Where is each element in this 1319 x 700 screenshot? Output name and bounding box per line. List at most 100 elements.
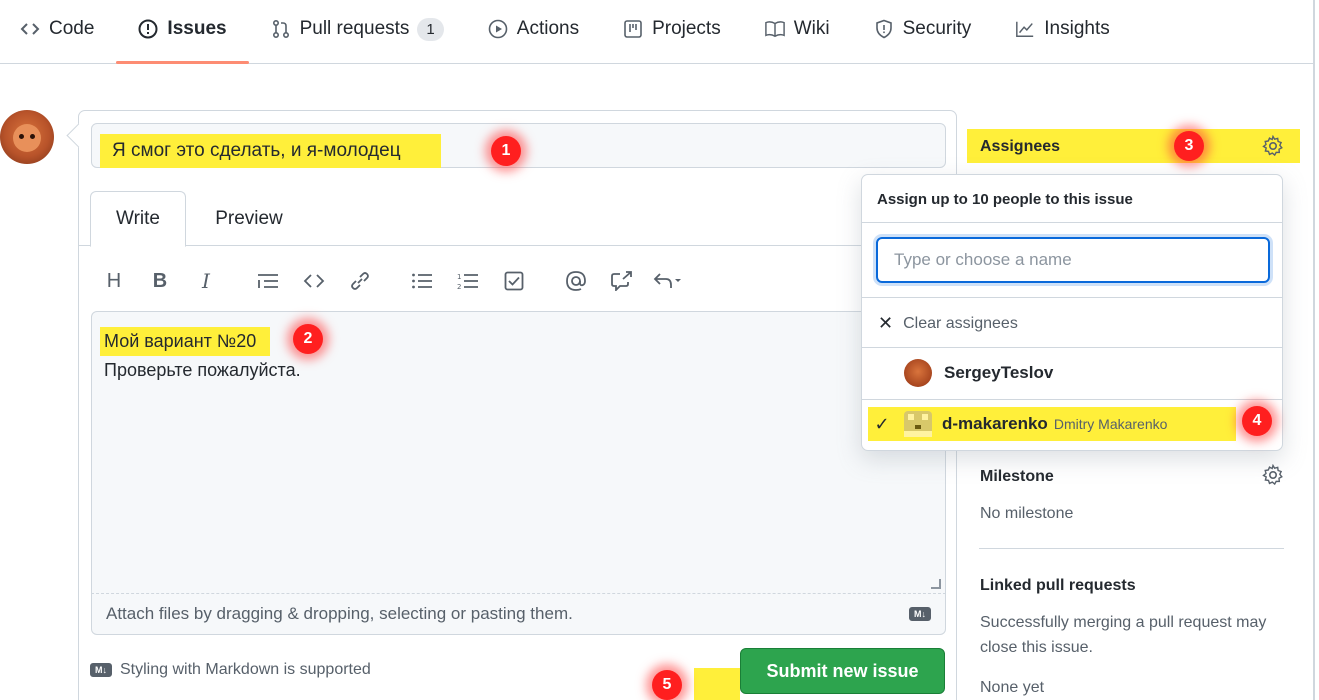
nav-tab-label: Pull requests (299, 18, 410, 39)
issue-body-textarea[interactable]: Мой вариант №20 Проверьте пожалуйста. (91, 311, 946, 593)
sidebar-divider (979, 548, 1284, 549)
list-ordered-icon: 12 (457, 273, 478, 290)
code-icon (20, 19, 40, 39)
clear-assignees-label: Clear assignees (903, 314, 1018, 332)
link-icon (351, 272, 369, 290)
nav-tab-insights[interactable]: Insights (1015, 0, 1131, 58)
nav-tab-label: Security (902, 18, 972, 39)
gear-icon[interactable] (1262, 134, 1284, 157)
annotation-badge-2: 2 (293, 324, 323, 354)
play-icon (488, 19, 508, 39)
linked-prs-description: Successfully merging a pull request may … (980, 614, 1267, 656)
ordered-list-button[interactable]: 12 (445, 263, 491, 299)
markdown-toolbar: H B I 12 (91, 261, 691, 301)
assignee-search-input[interactable]: Type or choose a name (876, 237, 1270, 283)
clear-assignees-item[interactable]: ✕ Clear assignees (878, 313, 1018, 334)
nav-tab-issues[interactable]: Issues (116, 0, 249, 64)
nav-tab-label: Insights (1044, 18, 1110, 39)
heading-button[interactable]: H (91, 263, 137, 299)
assignee-username: d-makarenko (942, 414, 1048, 433)
avatar[interactable] (0, 110, 54, 164)
avatar-eye (30, 134, 35, 139)
file-attach-dropzone[interactable]: Attach files by dragging & dropping, sel… (91, 593, 946, 635)
shield-icon (874, 19, 894, 39)
annotation-badge-5: 5 (652, 670, 682, 700)
nav-tab-security[interactable]: Security (874, 0, 994, 58)
quote-icon (258, 274, 278, 288)
close-icon: ✕ (878, 313, 894, 333)
avatar-eye (19, 134, 24, 139)
milestone-value: No milestone (980, 505, 1074, 522)
assignee-username: SergeyTeslov (944, 363, 1054, 382)
nav-tab-label: Issues (167, 18, 227, 39)
annotation-badge-1: 1 (491, 136, 521, 166)
avatar (904, 411, 932, 437)
nav-tab-label: Wiki (793, 18, 830, 39)
body-line: Проверьте пожалуйста. (104, 360, 301, 380)
link-button[interactable] (337, 263, 383, 299)
check-icon: ✓ (874, 413, 890, 434)
bold-button[interactable]: B (137, 263, 183, 299)
markdown-icon: M↓ (909, 607, 931, 621)
assignees-dropdown: Assign up to 10 people to this issue Typ… (861, 174, 1283, 451)
new-issue-form: Я смог это сделать, и я-молодец Write Pr… (78, 110, 957, 700)
submit-new-issue-button[interactable]: Submit new issue (740, 648, 945, 694)
checkbox-icon (504, 271, 524, 291)
attach-instructions: Attach files by dragging & dropping, sel… (106, 604, 573, 623)
code-button[interactable] (291, 263, 337, 299)
dropdown-divider (862, 347, 1282, 348)
dropdown-header: Assign up to 10 people to this issue (862, 175, 1282, 223)
body-line: Мой вариант №20 (100, 327, 271, 356)
page-edge-divider (1313, 0, 1315, 700)
avatar (904, 359, 932, 387)
graph-icon (1015, 19, 1035, 39)
dropdown-divider (862, 297, 1282, 298)
linked-prs-value: None yet (980, 679, 1045, 696)
mention-button[interactable] (553, 263, 599, 299)
list-unordered-icon (412, 273, 432, 289)
repo-nav: Code Issues Pull requests 1 Actions Proj… (0, 0, 1313, 64)
tab-write[interactable]: Write (90, 191, 186, 247)
nav-tab-wiki[interactable]: Wiki (764, 0, 852, 58)
issue-title-value: Я смог это сделать, и я-молодец (100, 134, 441, 168)
markdown-support-link[interactable]: M↓ Styling with Markdown is supported (90, 661, 371, 679)
book-icon (764, 19, 785, 39)
cross-reference-icon (611, 271, 632, 291)
pull-requests-count: 1 (417, 17, 444, 41)
assignee-option[interactable]: SergeyTeslov (904, 359, 1053, 387)
dropdown-divider (862, 399, 1282, 400)
highlight-marker (694, 668, 740, 700)
issue-opened-icon (138, 19, 158, 39)
unordered-list-button[interactable] (399, 263, 445, 299)
avatar-face (13, 124, 41, 152)
linked-prs-heading: Linked pull requests (980, 577, 1136, 594)
quote-button[interactable] (245, 263, 291, 299)
annotation-badge-3: 3 (1174, 131, 1204, 161)
undo-dropdown-button[interactable] (645, 263, 691, 299)
task-list-button[interactable] (491, 263, 537, 299)
gear-icon[interactable] (1262, 463, 1284, 486)
assignee-option-selected[interactable]: ✓ d-makarenko Dmitry Makarenko (868, 407, 1236, 441)
resize-handle[interactable] (931, 579, 941, 589)
assignees-heading[interactable]: Assignees (980, 138, 1060, 156)
svg-text:2: 2 (457, 283, 461, 290)
markdown-icon: M↓ (90, 663, 112, 677)
reference-button[interactable] (599, 263, 645, 299)
project-icon (623, 19, 643, 39)
nav-tab-label: Code (49, 18, 95, 39)
code-icon (303, 274, 325, 288)
reply-icon (653, 273, 681, 288)
nav-tab-pull-requests[interactable]: Pull requests 1 (271, 0, 466, 58)
nav-tab-projects[interactable]: Projects (623, 0, 743, 58)
milestone-heading[interactable]: Milestone (980, 468, 1054, 486)
italic-button[interactable]: I (183, 263, 229, 299)
nav-tab-label: Actions (516, 18, 580, 39)
nav-tab-code[interactable]: Code (20, 0, 116, 58)
annotation-badge-4: 4 (1242, 406, 1272, 436)
markdown-support-text: Styling with Markdown is supported (120, 661, 371, 678)
svg-text:1: 1 (457, 273, 461, 281)
nav-tab-actions[interactable]: Actions (488, 0, 601, 58)
nav-tab-label: Projects (652, 18, 721, 39)
tab-preview[interactable]: Preview (199, 191, 299, 247)
assignee-fullname: Dmitry Makarenko (1053, 416, 1168, 432)
